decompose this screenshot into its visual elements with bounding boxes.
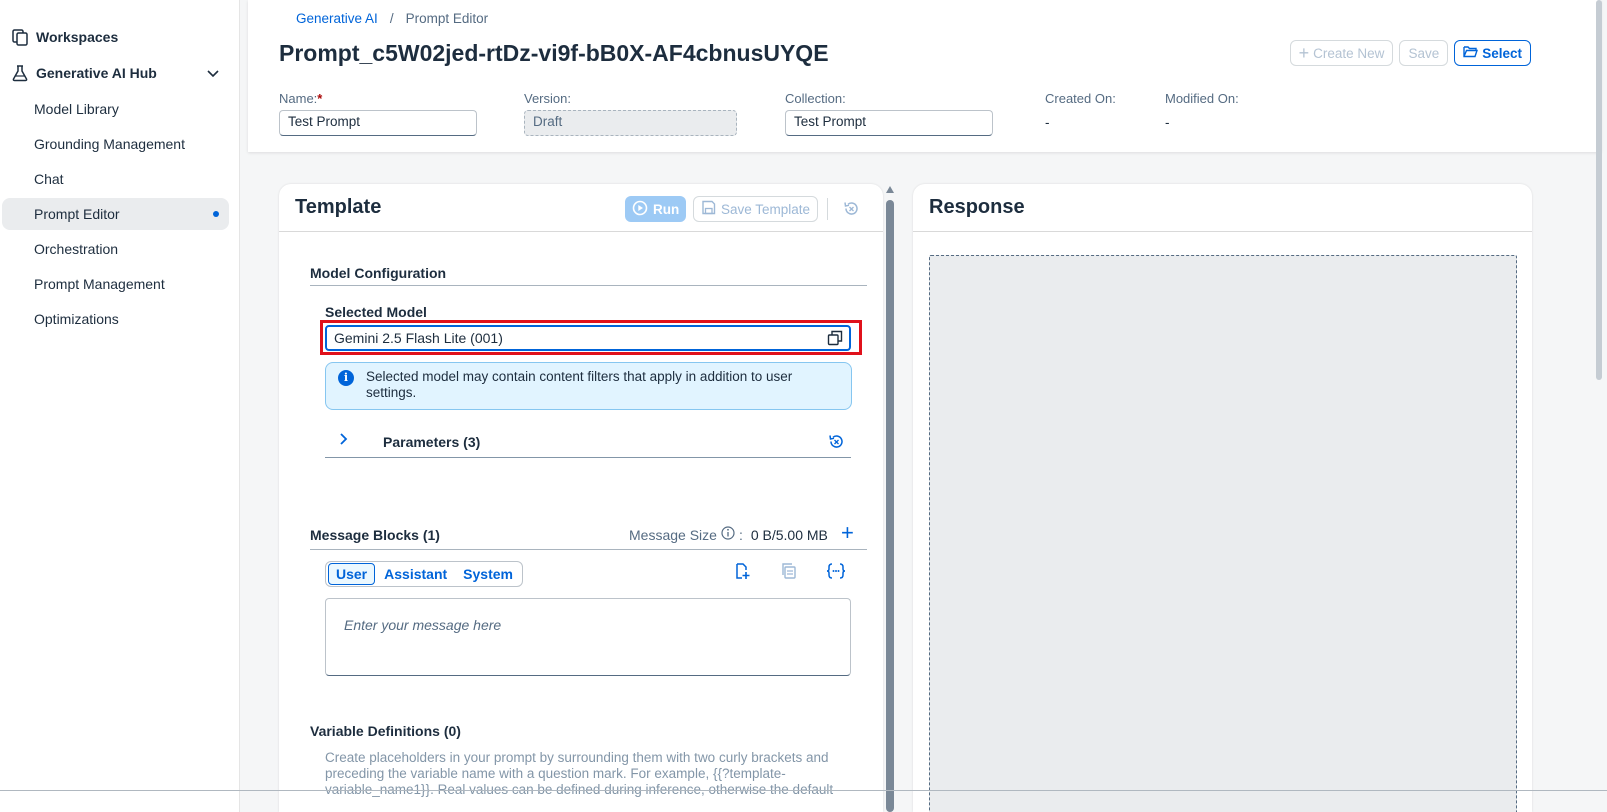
name-label: Name:*: [279, 91, 322, 106]
window-bottom-edge: [0, 790, 1607, 791]
highlight-box: [320, 320, 862, 355]
message-blocks-title: Message Blocks (1): [310, 527, 440, 543]
sidebar-group-label: Generative AI Hub: [36, 65, 157, 81]
save-template-button[interactable]: Save Template: [693, 196, 819, 222]
select-button[interactable]: Select: [1454, 40, 1531, 66]
play-icon: [632, 200, 648, 219]
message-placeholder: Enter your message here: [344, 617, 502, 633]
sidebar-item-prompt-management[interactable]: Prompt Management: [2, 268, 229, 300]
sidebar: Workspaces Generative AI Hub Model Libra…: [0, 0, 240, 812]
add-document-icon[interactable]: [733, 562, 751, 583]
header-actions: + Create New Save Select: [1289, 40, 1531, 66]
save-template-label: Save Template: [721, 201, 811, 217]
add-message-block-button[interactable]: +: [841, 522, 854, 544]
message-size-separator: :: [738, 526, 743, 543]
sidebar-group-workspaces[interactable]: Workspaces: [0, 19, 239, 55]
object-header: Generative AI / Prompt Editor Prompt_c5W02…: [248, 0, 1601, 152]
chevron-right-icon[interactable]: [339, 432, 349, 451]
sidebar-group-genai-hub[interactable]: Generative AI Hub: [0, 55, 239, 91]
template-panel: Template Run Save Template Model Configu…: [279, 184, 883, 812]
parameters-panel[interactable]: Parameters (3): [325, 428, 851, 458]
sidebar-item-optimizations[interactable]: Optimizations: [2, 303, 229, 335]
collection-field[interactable]: Test Prompt: [785, 110, 993, 136]
page-title: Prompt_c5W02jed-rtDz-vi9f-bB0X-AF4cbnusU…: [279, 40, 829, 66]
info-text: Selected model may contain content filte…: [366, 369, 793, 400]
breadcrumb-link-generative-ai[interactable]: Generative AI: [296, 11, 378, 26]
template-scrollbar[interactable]: [886, 186, 894, 812]
role-user-button[interactable]: User: [328, 563, 376, 585]
parameters-label: Parameters (3): [383, 434, 481, 450]
scroll-up-arrow-icon[interactable]: [886, 186, 894, 193]
template-title: Template: [295, 196, 382, 218]
info-outline-icon[interactable]: [721, 526, 735, 543]
chevron-down-icon[interactable]: [207, 65, 219, 81]
create-new-button[interactable]: + Create New: [1289, 40, 1394, 66]
sidebar-item-chat[interactable]: Chat: [2, 163, 229, 195]
sidebar-item-label: Model Library: [34, 101, 119, 117]
sidebar-item-orchestration[interactable]: Orchestration: [2, 233, 229, 265]
variable-definitions-title: Variable Definitions (0): [310, 723, 461, 739]
save-icon: [701, 200, 716, 218]
role-assistant-button[interactable]: Assistant: [377, 564, 454, 584]
folder-open-icon: [1463, 45, 1479, 61]
workspaces-icon: [10, 27, 30, 47]
panel-divider: [913, 231, 1532, 232]
save-label: Save: [1408, 45, 1440, 61]
selected-model-label: Selected Model: [325, 304, 427, 320]
active-indicator-dot: [213, 211, 219, 217]
info-message-strip: i Selected model may contain content fil…: [325, 362, 852, 410]
info-icon: i: [338, 370, 354, 386]
page-scrollbar[interactable]: [1596, 0, 1602, 380]
sidebar-item-model-library[interactable]: Model Library: [2, 93, 229, 125]
role-segmented-button: User Assistant System: [325, 561, 523, 587]
sidebar-item-label: Orchestration: [34, 241, 119, 257]
modified-on-label: Modified On:: [1165, 91, 1239, 106]
created-on-label: Created On:: [1045, 91, 1116, 106]
sidebar-item-label: Prompt Management: [34, 276, 165, 292]
breadcrumb-separator: /: [389, 11, 394, 26]
sidebar-item-label: Grounding Management: [34, 136, 185, 152]
create-new-label: Create New: [1313, 45, 1385, 61]
scrollbar-thumb[interactable]: [886, 200, 894, 812]
version-label: Version:: [524, 91, 571, 106]
flask-icon: [10, 63, 30, 83]
required-mark: *: [317, 91, 323, 106]
run-button[interactable]: Run: [625, 196, 687, 222]
modified-on-value: -: [1165, 115, 1170, 130]
toolbar-separator: [827, 198, 828, 220]
run-label: Run: [653, 201, 680, 217]
model-configuration-title: Model Configuration: [310, 265, 447, 281]
message-size-value: 0 B/5.00 MB: [750, 526, 828, 543]
message-size: Message Size : 0 B/5.00 MB: [629, 526, 828, 543]
copy-icon[interactable]: [780, 562, 798, 583]
response-title: Response: [929, 196, 1025, 218]
response-area: [929, 255, 1517, 812]
name-field[interactable]: Test Prompt: [279, 110, 477, 136]
save-button[interactable]: Save: [1399, 40, 1449, 66]
sidebar-item-prompt-editor[interactable]: Prompt Editor: [2, 198, 229, 230]
created-on-value: -: [1045, 115, 1050, 130]
variable-braces-icon[interactable]: [826, 562, 846, 583]
message-textarea[interactable]: Enter your message here: [325, 598, 851, 676]
version-field: Draft: [524, 110, 737, 136]
sidebar-item-label: Chat: [34, 171, 64, 187]
sidebar-item-grounding-management[interactable]: Grounding Management: [2, 128, 229, 160]
sidebar-group-label: Workspaces: [36, 29, 119, 45]
panel-divider: [279, 231, 883, 232]
reset-parameters-icon[interactable]: [828, 433, 845, 453]
collection-label: Collection:: [785, 91, 846, 106]
section-divider: [310, 549, 867, 550]
section-divider: [310, 285, 867, 286]
breadcrumb: Generative AI / Prompt Editor: [296, 11, 488, 26]
name-label-text: Name:: [279, 91, 318, 106]
sidebar-item-label: Optimizations: [34, 311, 119, 327]
role-system-button[interactable]: System: [456, 564, 520, 584]
plus-icon: +: [1298, 43, 1310, 63]
sidebar-item-label: Prompt Editor: [34, 206, 120, 222]
message-size-label: Message Size: [629, 526, 717, 543]
response-panel: Response: [913, 184, 1532, 812]
reset-icon[interactable]: [843, 200, 860, 220]
select-label: Select: [1482, 45, 1522, 61]
breadcrumb-current: Prompt Editor: [405, 11, 489, 26]
